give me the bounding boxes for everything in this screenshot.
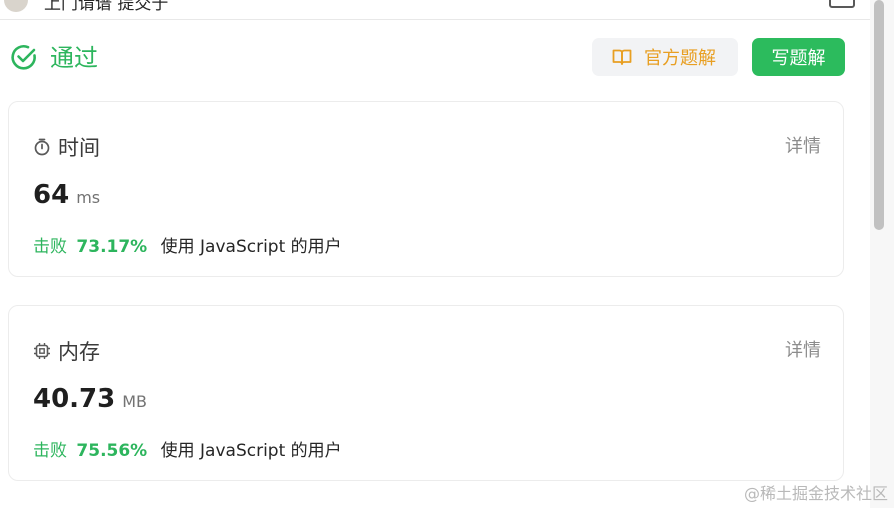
status-row: 通过 官方题解 写题解: [0, 38, 870, 78]
time-value: 64: [33, 180, 70, 210]
memory-title-row: 内存: [33, 336, 100, 366]
stopwatch-icon: [34, 138, 50, 156]
time-beat-row: 击败 73.17% 使用 JavaScript 的用户: [33, 232, 342, 257]
status-text: 通过: [50, 44, 98, 72]
time-beat-percent: 73.17%: [76, 237, 148, 257]
memory-beat-row: 击败 75.56% 使用 JavaScript 的用户: [33, 436, 342, 461]
time-title: 时间: [58, 136, 100, 160]
memory-detail-link[interactable]: 详情: [785, 336, 821, 362]
memory-unit: MB: [122, 392, 148, 411]
book-open-icon: [612, 49, 632, 65]
avatar[interactable]: [4, 0, 28, 12]
official-solution-button[interactable]: 官方题解: [592, 38, 738, 76]
watermark: @稀土掘金技术社区: [743, 484, 888, 503]
memory-beat-prefix: 击败: [33, 441, 67, 461]
memory-card: 内存 详情 40.73 MB 击败 75.56% 使用 JavaScript 的…: [8, 305, 844, 481]
top-bar: 上门请谱 提交于: [0, 0, 870, 20]
memory-title: 内存: [58, 340, 100, 364]
official-solution-label: 官方题解: [644, 48, 716, 69]
chip-icon: [34, 343, 50, 359]
time-detail-link[interactable]: 详情: [785, 132, 821, 158]
time-beat-prefix: 击败: [33, 237, 67, 257]
time-card: 时间 详情 64 ms 击败 73.17% 使用 JavaScript 的用户: [8, 101, 844, 277]
scrollbar-thumb[interactable]: [874, 0, 884, 230]
time-value-row: 64 ms: [33, 180, 100, 210]
memory-value: 40.73: [33, 384, 116, 414]
write-solution-label: 写题解: [771, 48, 826, 69]
time-beat-suffix: 使用 JavaScript 的用户: [160, 237, 342, 257]
write-solution-button[interactable]: 写题解: [752, 38, 845, 76]
window-icon[interactable]: [829, 0, 855, 8]
time-unit: ms: [76, 188, 101, 207]
memory-value-row: 40.73 MB: [33, 384, 147, 414]
time-title-row: 时间: [33, 132, 100, 162]
memory-beat-percent: 75.56%: [76, 441, 148, 461]
memory-beat-suffix: 使用 JavaScript 的用户: [160, 441, 342, 461]
check-circle-icon: [11, 45, 36, 70]
author-text: 上门请谱 提交于: [44, 0, 169, 14]
